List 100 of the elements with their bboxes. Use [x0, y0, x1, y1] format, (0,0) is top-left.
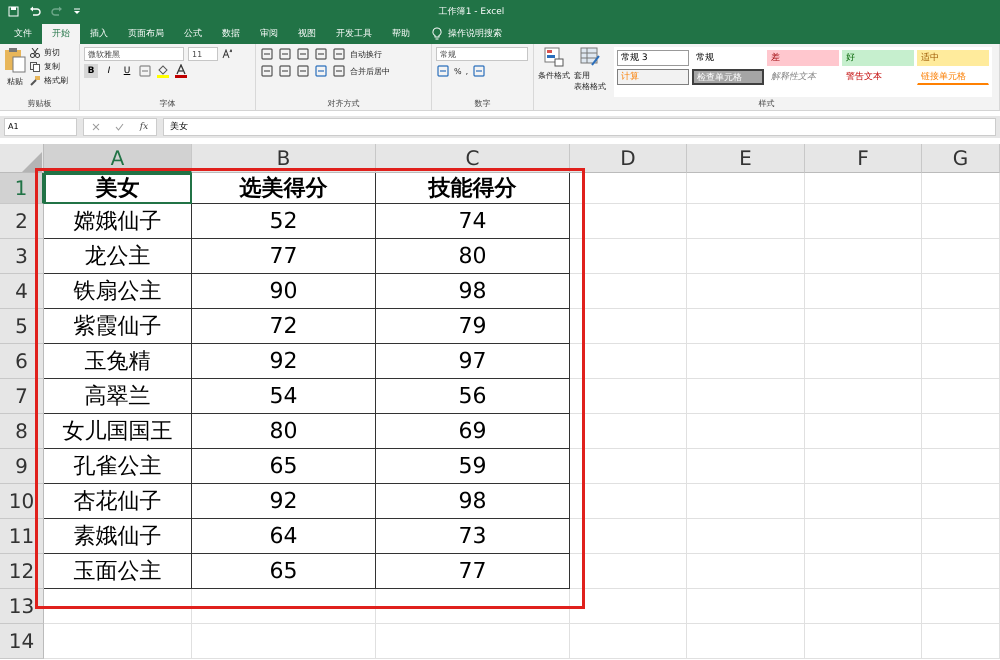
- empty-cell[interactable]: [805, 449, 922, 484]
- row-header[interactable]: 13: [0, 589, 44, 624]
- cell-style[interactable]: 好: [842, 50, 914, 66]
- empty-cell[interactable]: [570, 554, 687, 589]
- ribbon-tab[interactable]: 数据: [212, 24, 250, 44]
- ribbon-tab[interactable]: 帮助: [382, 24, 420, 44]
- empty-cell[interactable]: [570, 239, 687, 274]
- empty-cell[interactable]: [192, 624, 376, 659]
- italic-button[interactable]: I: [102, 64, 116, 78]
- save-icon[interactable]: [8, 6, 19, 16]
- empty-cell[interactable]: [922, 379, 1000, 414]
- empty-cell[interactable]: [570, 274, 687, 309]
- paste-icon[interactable]: [4, 47, 26, 73]
- empty-cell[interactable]: [805, 204, 922, 239]
- empty-cell[interactable]: [376, 589, 570, 624]
- row-header[interactable]: 14: [0, 624, 44, 659]
- empty-cell[interactable]: [922, 239, 1000, 274]
- empty-cell[interactable]: [805, 173, 922, 204]
- undo-icon[interactable]: [29, 6, 41, 16]
- empty-cell[interactable]: [922, 519, 1000, 554]
- empty-cell[interactable]: [922, 173, 1000, 204]
- empty-cell[interactable]: [687, 589, 805, 624]
- fill-color-icon[interactable]: [156, 64, 170, 78]
- empty-cell[interactable]: [687, 239, 805, 274]
- comma-button[interactable]: ,: [466, 66, 468, 76]
- column-header[interactable]: E: [687, 144, 805, 173]
- empty-cell[interactable]: [805, 624, 922, 659]
- empty-cell[interactable]: [805, 519, 922, 554]
- empty-cell[interactable]: [922, 624, 1000, 659]
- row-header[interactable]: 1: [0, 173, 44, 204]
- empty-cell[interactable]: [687, 344, 805, 379]
- ribbon-tab[interactable]: 审阅: [250, 24, 288, 44]
- table-format-icon[interactable]: [580, 47, 600, 67]
- empty-cell[interactable]: [805, 309, 922, 344]
- copy-icon[interactable]: [30, 62, 40, 72]
- column-header[interactable]: B: [192, 144, 376, 173]
- empty-cell[interactable]: [687, 449, 805, 484]
- conditional-format-button[interactable]: 条件格式: [538, 70, 570, 81]
- ribbon-tab[interactable]: 开发工具: [326, 24, 382, 44]
- format-painter-button[interactable]: 格式刷: [44, 75, 68, 86]
- empty-cell[interactable]: [805, 379, 922, 414]
- cell-style[interactable]: 适中: [917, 50, 989, 66]
- empty-cell[interactable]: [570, 173, 687, 204]
- empty-cell[interactable]: [805, 484, 922, 519]
- empty-cell[interactable]: [687, 554, 805, 589]
- empty-cell[interactable]: [687, 484, 805, 519]
- row-header[interactable]: 11: [0, 519, 44, 554]
- table-format-button[interactable]: 套用 表格格式: [574, 70, 606, 92]
- empty-cell[interactable]: [570, 344, 687, 379]
- name-box[interactable]: A1: [4, 118, 77, 136]
- empty-cell[interactable]: [570, 379, 687, 414]
- empty-cell[interactable]: [922, 449, 1000, 484]
- empty-cell[interactable]: [687, 309, 805, 344]
- empty-cell[interactable]: [922, 309, 1000, 344]
- empty-cell[interactable]: [192, 589, 376, 624]
- column-header[interactable]: D: [570, 144, 687, 173]
- font-name-field[interactable]: 微软雅黑: [84, 47, 184, 61]
- row-header[interactable]: 6: [0, 344, 44, 379]
- column-header[interactable]: G: [922, 144, 1000, 173]
- empty-cell[interactable]: [570, 414, 687, 449]
- ribbon-tab[interactable]: 公式: [174, 24, 212, 44]
- empty-cell[interactable]: [687, 204, 805, 239]
- empty-cell[interactable]: [922, 414, 1000, 449]
- row-header[interactable]: 2: [0, 204, 44, 239]
- ribbon-tab[interactable]: 视图: [288, 24, 326, 44]
- empty-cell[interactable]: [922, 484, 1000, 519]
- empty-cell[interactable]: [805, 239, 922, 274]
- empty-cell[interactable]: [687, 519, 805, 554]
- row-header[interactable]: 8: [0, 414, 44, 449]
- wrap-text-button[interactable]: 自动换行: [350, 48, 382, 60]
- cancel-icon[interactable]: [92, 123, 100, 131]
- row-header[interactable]: 10: [0, 484, 44, 519]
- empty-cell[interactable]: [687, 414, 805, 449]
- empty-cell[interactable]: [922, 589, 1000, 624]
- customize-icon[interactable]: [73, 7, 81, 15]
- ribbon-tab[interactable]: 页面布局: [118, 24, 174, 44]
- scissors-icon[interactable]: [30, 48, 40, 58]
- underline-button[interactable]: U: [120, 64, 134, 78]
- enter-icon[interactable]: [115, 123, 124, 131]
- merge-center-button[interactable]: 合并后居中: [350, 66, 390, 76]
- redo-icon[interactable]: [51, 6, 63, 16]
- row-header[interactable]: 5: [0, 309, 44, 344]
- empty-cell[interactable]: [687, 624, 805, 659]
- brush-icon[interactable]: [30, 76, 40, 86]
- ribbon-tab[interactable]: 文件: [4, 24, 42, 44]
- column-header[interactable]: C: [376, 144, 570, 173]
- empty-cell[interactable]: [570, 624, 687, 659]
- empty-cell[interactable]: [570, 484, 687, 519]
- row-header[interactable]: 3: [0, 239, 44, 274]
- empty-cell[interactable]: [922, 274, 1000, 309]
- empty-cell[interactable]: [687, 173, 805, 204]
- empty-cell[interactable]: [687, 274, 805, 309]
- copy-button[interactable]: 复制: [44, 61, 60, 72]
- grow-font-icon[interactable]: [222, 49, 232, 59]
- ribbon-tab[interactable]: 开始: [42, 24, 80, 44]
- tell-me-field[interactable]: 操作说明搜索: [448, 24, 502, 44]
- formula-field[interactable]: 美女: [163, 118, 996, 136]
- empty-cell[interactable]: [805, 274, 922, 309]
- empty-cell[interactable]: [570, 589, 687, 624]
- number-format-field[interactable]: 常规: [436, 47, 528, 61]
